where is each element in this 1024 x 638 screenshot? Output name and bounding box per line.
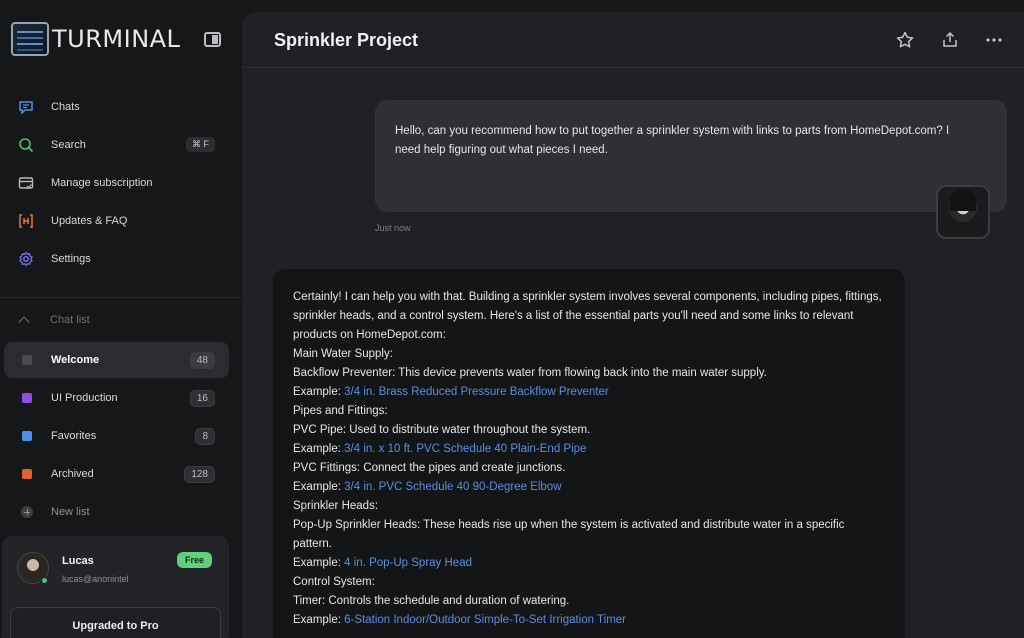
star-icon[interactable] <box>895 30 915 50</box>
search-icon <box>19 138 34 153</box>
example-prefix: Example: <box>293 481 345 493</box>
message-timestamp: Just now <box>375 223 411 233</box>
sidebar-divider <box>0 297 242 298</box>
product-link[interactable]: 3/4 in. Brass Reduced Pressure Backflow … <box>344 386 609 398</box>
list-item-label: Favorites <box>51 430 97 442</box>
avatar <box>936 185 990 239</box>
folder-color-icon <box>22 469 32 479</box>
user-message: Hello, can you recommend how to put toge… <box>375 100 1007 212</box>
example-prefix: Example: <box>293 443 345 455</box>
list-item-label: Welcome <box>51 354 100 366</box>
reply-line: Backflow Preventer: This device prevents… <box>293 367 767 379</box>
chat-list-item-welcome[interactable]: Welcome 48 <box>4 342 229 378</box>
nav-label: Updates & FAQ <box>51 215 128 227</box>
chat-header: Sprinkler Project <box>242 12 1024 68</box>
assistant-message-text: Certainly! I can help you with that. Bui… <box>293 288 885 630</box>
reply-line: PVC Fittings: Connect the pipes and crea… <box>293 462 566 474</box>
nav-updates-faq[interactable]: Updates & FAQ <box>18 209 218 233</box>
reply-example-line: Example: 6-Station Indoor/Outdoor Simple… <box>293 611 885 630</box>
list-item-label: UI Production <box>51 392 118 404</box>
nav-settings[interactable]: Settings <box>18 247 218 271</box>
upgrade-button[interactable]: Upgraded to Pro <box>10 607 221 638</box>
reply-example-line: Example: 3/4 in. x 10 ft. PVC Schedule 4… <box>293 440 885 459</box>
page-title: Sprinkler Project <box>274 30 419 50</box>
reply-section-heading: Control System: <box>293 576 375 588</box>
reply-intro: Certainly! I can help you with that. Bui… <box>293 291 882 341</box>
reply-line: Pop-Up Sprinkler Heads: These heads rise… <box>293 519 845 550</box>
reply-example-line: Example: 3/4 in. PVC Schedule 40 90-Degr… <box>293 478 885 497</box>
reply-example-line: Example: 3/4 in. Brass Reduced Pressure … <box>293 383 885 402</box>
product-link[interactable]: 3/4 in. PVC Schedule 40 90-Degree Elbow <box>344 481 561 493</box>
online-status-icon <box>40 576 49 585</box>
turminal-logo-icon <box>11 22 49 56</box>
nav-label: Manage subscription <box>51 177 153 189</box>
list-item-count: 128 <box>184 465 215 483</box>
nav-label: Chats <box>51 101 80 113</box>
share-icon[interactable] <box>940 30 960 50</box>
brand[interactable]: TURMINAL <box>11 22 180 56</box>
chat-panel: Sprinkler Project Hello, can you recomme… <box>242 12 1024 638</box>
card-icon <box>18 177 34 189</box>
example-prefix: Example: <box>293 614 345 626</box>
chat-list-heading: Chat list <box>50 314 90 326</box>
reply-section-heading: Main Water Supply: <box>293 348 393 360</box>
example-prefix: Example: <box>293 557 345 569</box>
product-link[interactable]: 3/4 in. x 10 ft. PVC Schedule 40 Plain-E… <box>344 443 586 455</box>
more-icon[interactable] <box>984 30 1004 50</box>
nav-chats[interactable]: Chats <box>18 95 218 119</box>
reply-section-heading: Sprinkler Heads: <box>293 500 379 512</box>
folder-color-icon <box>22 393 32 403</box>
plus-icon <box>21 506 33 518</box>
reply-line: Timer: Controls the schedule and duratio… <box>293 595 570 607</box>
user-card: Lucas lucas@anonintel Free Upgraded to P… <box>2 536 229 638</box>
example-prefix: Example: <box>293 386 345 398</box>
assistant-message: Certainly! I can help you with that. Bui… <box>273 269 905 638</box>
chevron-up-icon <box>18 316 30 328</box>
folder-color-icon <box>22 431 32 441</box>
updates-icon <box>19 214 33 228</box>
chat-list-item-archived[interactable]: Archived 128 <box>4 456 229 492</box>
new-list-button[interactable]: New list <box>4 494 229 530</box>
user-message-text: Hello, can you recommend how to put toge… <box>395 125 950 156</box>
nav-manage-subscription[interactable]: Manage subscription <box>18 171 218 195</box>
sidebar-toggle-icon[interactable] <box>204 32 221 47</box>
list-item-count: 8 <box>195 427 215 445</box>
plan-badge: Free <box>176 552 212 568</box>
sidebar: TURMINAL Chats Search ⌘ F Manage subscri… <box>0 0 242 638</box>
product-link[interactable]: 6-Station Indoor/Outdoor Simple-To-Set I… <box>344 614 626 626</box>
nav-label: Search <box>51 139 86 151</box>
nav-label: Settings <box>51 253 91 265</box>
new-list-label: New list <box>51 506 90 518</box>
folder-color-icon <box>22 355 32 365</box>
chat-bubble-icon <box>19 101 33 115</box>
app-name: TURMINAL <box>52 25 181 53</box>
chat-list-item-favorites[interactable]: Favorites 8 <box>4 418 229 454</box>
user-email: lucas@anonintel <box>62 574 129 584</box>
list-item-count: 16 <box>189 389 215 407</box>
search-shortcut: ⌘ F <box>186 137 215 152</box>
chat-list-header[interactable]: Chat list <box>18 314 90 328</box>
list-item-label: Archived <box>51 468 94 480</box>
product-link[interactable]: 4 in. Pop-Up Spray Head <box>344 557 472 569</box>
reply-section-heading: Pipes and Fittings: <box>293 405 388 417</box>
user-name: Lucas <box>62 555 94 567</box>
reply-example-line: Example: 4 in. Pop-Up Spray Head <box>293 554 885 573</box>
chat-list-item-ui-production[interactable]: UI Production 16 <box>4 380 229 416</box>
list-item-count: 48 <box>189 351 215 369</box>
nav-search[interactable]: Search ⌘ F <box>18 133 218 157</box>
reply-line: PVC Pipe: Used to distribute water throu… <box>293 424 591 436</box>
gear-icon <box>19 251 33 267</box>
